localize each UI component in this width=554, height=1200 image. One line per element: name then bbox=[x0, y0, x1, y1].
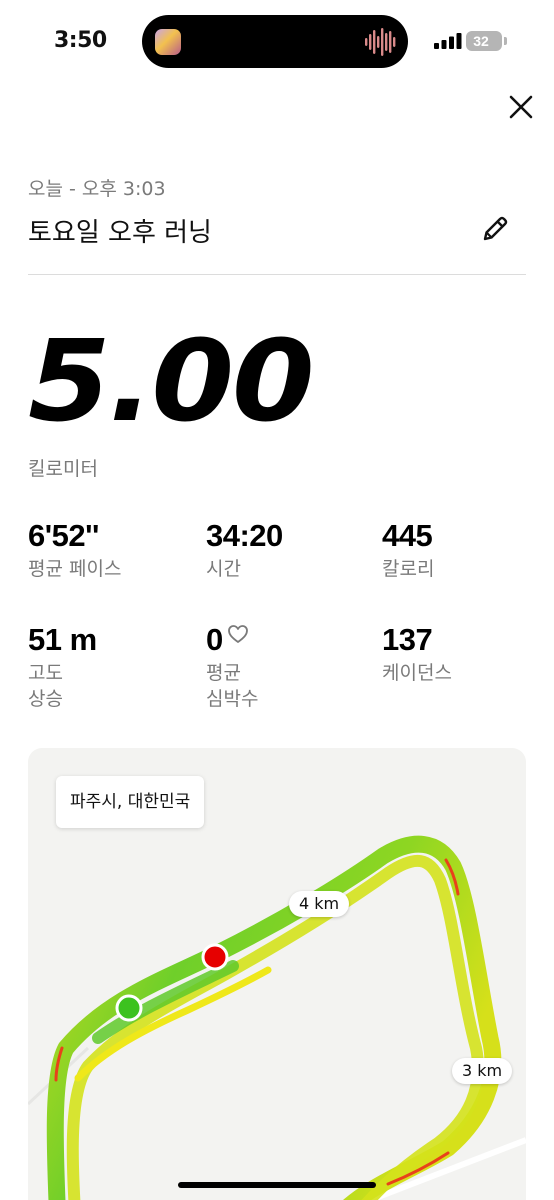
activity-title: 토요일 오후 러닝 bbox=[28, 218, 212, 248]
stat-label-line1: 평균 bbox=[206, 662, 241, 684]
stat-label-line2: 심박수 bbox=[206, 688, 259, 710]
km-marker-3: 3 km bbox=[452, 1058, 513, 1084]
route-segment-slow bbox=[74, 966, 272, 1082]
stat-cadence: 137 케이던스 bbox=[382, 622, 452, 686]
close-icon[interactable] bbox=[506, 92, 536, 122]
cellular-signal-icon bbox=[434, 33, 462, 49]
stat-calories: 445 칼로리 bbox=[382, 518, 434, 582]
stat-value: 51 m bbox=[28, 622, 97, 657]
home-indicator[interactable] bbox=[178, 1182, 376, 1188]
stat-value: 445 bbox=[382, 518, 433, 553]
stat-average-pace: 6'52'' 평균 페이스 bbox=[28, 518, 121, 582]
stat-label-line1: 고도 bbox=[28, 662, 63, 684]
battery-level: 32 bbox=[473, 33, 489, 49]
stat-value: 0 bbox=[206, 622, 223, 657]
stat-label: 케이던스 bbox=[382, 662, 452, 684]
stat-label: 시간 bbox=[206, 558, 241, 580]
heart-icon bbox=[227, 625, 248, 643]
status-bar: 3:50 32 bbox=[0, 0, 554, 84]
km-marker-4: 4 km bbox=[289, 891, 350, 917]
dynamic-island[interactable] bbox=[142, 15, 408, 68]
stat-label: 칼로리 bbox=[382, 558, 435, 580]
stat-time: 34:20 시간 bbox=[206, 518, 283, 582]
battery-indicator: 32 bbox=[466, 31, 502, 51]
end-marker bbox=[201, 943, 229, 971]
distance-unit: 킬로미터 bbox=[28, 458, 98, 480]
start-marker bbox=[115, 994, 143, 1022]
stat-elevation-gain: 51 m 고도 상승 bbox=[28, 622, 97, 712]
stat-value-row: 0 bbox=[206, 622, 258, 658]
distance-value: 5.00 bbox=[28, 317, 315, 447]
now-playing-artwork bbox=[155, 29, 181, 55]
route-path-inner bbox=[66, 854, 485, 1200]
status-time: 3:50 bbox=[54, 28, 107, 53]
header-divider bbox=[28, 274, 526, 275]
activity-date: 오늘 - 오후 3:03 bbox=[28, 178, 166, 200]
edit-pencil-icon[interactable] bbox=[478, 212, 512, 246]
stat-label: 평균 페이스 bbox=[28, 558, 122, 580]
stat-value: 34:20 bbox=[206, 518, 283, 553]
stat-average-heart-rate: 0 평균 심박수 bbox=[206, 622, 258, 712]
battery-nub bbox=[504, 37, 507, 45]
stat-label-line2: 상승 bbox=[28, 688, 63, 710]
map-location-label: 파주시, 대한민국 bbox=[56, 776, 205, 828]
audio-waveform-icon bbox=[365, 28, 396, 56]
stat-value: 137 bbox=[382, 622, 433, 657]
stat-value: 6'52'' bbox=[28, 518, 99, 553]
